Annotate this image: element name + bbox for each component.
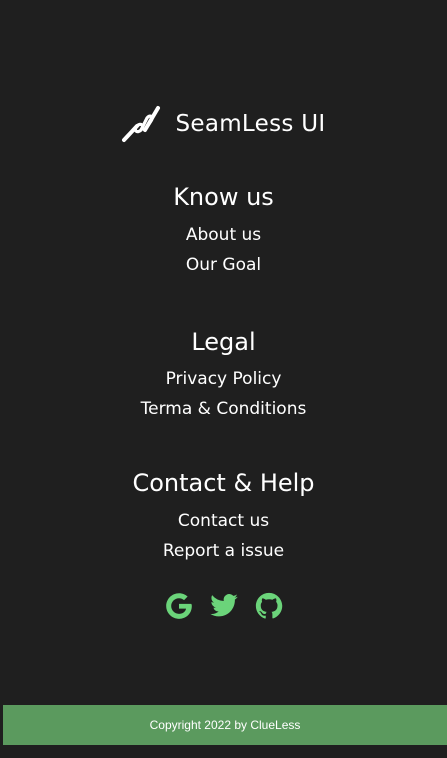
seamless-logo-icon [121, 104, 161, 144]
know-us-heading: Know us [173, 183, 274, 211]
legal-section: Legal Privacy Policy Terma & Conditions [0, 327, 447, 424]
twitter-icon[interactable] [208, 590, 240, 622]
contact-us-link[interactable]: Contact us [0, 506, 447, 536]
footer-bar: Copyright 2022 by ClueLess [3, 705, 447, 745]
terms-conditions-link[interactable]: Terma & Conditions [0, 394, 447, 424]
google-icon[interactable] [163, 590, 195, 622]
about-us-link[interactable]: About us [0, 220, 447, 250]
github-icon[interactable] [253, 590, 285, 622]
copyright-text: Copyright 2022 by ClueLess [149, 718, 301, 732]
contact-help-heading: Contact & Help [132, 469, 315, 497]
brand[interactable]: SeamLess UI [0, 104, 447, 144]
brand-title: SeamLess UI [175, 111, 326, 137]
social-links [0, 590, 447, 622]
contact-help-section: Contact & Help Contact us Report a issue [0, 468, 447, 566]
know-us-section: Know us About us Our Goal [0, 182, 447, 280]
our-goal-link[interactable]: Our Goal [0, 250, 447, 280]
report-issue-link[interactable]: Report a issue [0, 536, 447, 566]
privacy-policy-link[interactable]: Privacy Policy [0, 364, 447, 394]
legal-heading: Legal [191, 328, 256, 356]
